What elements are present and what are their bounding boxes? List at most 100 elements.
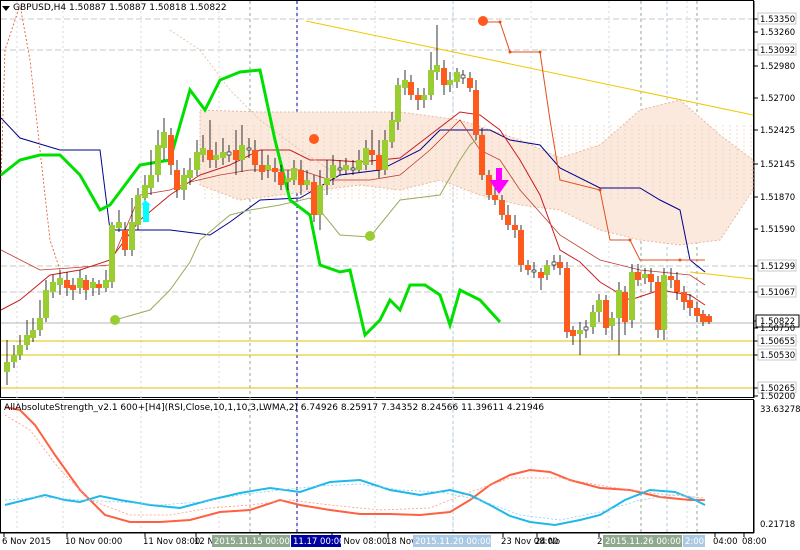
candle-bear <box>700 314 706 322</box>
stop-dot <box>498 20 502 24</box>
trendline <box>305 20 754 116</box>
candle-bull <box>447 80 453 85</box>
candle-bear <box>70 285 76 290</box>
candle-bear <box>706 316 712 322</box>
indicator-title: AllAbsoluteStrength_v2.1 600+[H4](RSI,Cl… <box>4 403 545 413</box>
chart-canvas[interactable]: 1.53350 1.53260 1.53092 1.52980 1.52700 1.524… <box>0 0 800 550</box>
candle-bull <box>642 274 648 278</box>
chart-title-bar[interactable]: GBPUSD,H4 1.50887 1.50887 1.50818 1.5082… <box>0 0 300 16</box>
time-axis: 6 Nov 201510 Nov 00:0011 Nov 08:0012 N13… <box>0 532 767 547</box>
indicator-max-label: 33.63278 <box>760 405 800 415</box>
candle-bear <box>492 195 498 200</box>
candle-bear <box>479 135 485 175</box>
candle-bull <box>103 280 109 288</box>
candle-bull <box>395 85 401 122</box>
low-value: 1.50818 <box>149 3 187 13</box>
candle-bull <box>50 282 56 292</box>
price-label: 1.53350 <box>760 15 795 25</box>
candle-bull <box>304 180 310 185</box>
candle-bull <box>213 155 219 160</box>
candle-bear <box>694 308 700 316</box>
price-label: 1.52980 <box>760 62 795 72</box>
candle-doji <box>583 326 589 331</box>
candle-bull <box>291 168 297 180</box>
candle-bull <box>609 318 615 326</box>
candle-bull <box>428 70 434 95</box>
candle-bull <box>17 345 23 355</box>
candle-bull <box>220 152 226 158</box>
candle-bull <box>596 300 602 312</box>
candle-bear <box>441 68 447 85</box>
stop-marker <box>309 134 319 144</box>
price-label: 1.53092 <box>760 46 795 56</box>
trendline <box>689 271 754 280</box>
time-label: 11 Nov 08:00 <box>143 537 200 547</box>
candle-bear <box>278 172 284 185</box>
price-label: 1.50530 <box>760 351 795 361</box>
stop-marker <box>478 16 488 26</box>
candle-bear <box>564 268 570 332</box>
candle-doji <box>551 261 557 266</box>
chart-window[interactable]: 1.53350 1.53260 1.53092 1.52980 1.52700 1.524… <box>0 0 800 550</box>
candle-bear <box>207 150 213 160</box>
candle-bull <box>382 140 388 170</box>
candle-bull <box>194 152 200 170</box>
candle-bear <box>512 225 518 230</box>
candle-bull <box>421 95 427 100</box>
price-label: 1.52425 <box>760 126 795 136</box>
candle-bull <box>265 165 271 170</box>
candle-bull <box>239 145 245 160</box>
stop-marker <box>110 315 120 325</box>
candle-bull <box>434 65 440 72</box>
time-highlight-label: 2015.11.26 00:00 <box>605 537 681 547</box>
candle-bull <box>590 312 596 327</box>
candle-bull <box>363 148 369 165</box>
candle-bear <box>518 230 524 265</box>
time-label: 18 Nov <box>386 537 416 547</box>
time-label: 04:00 <box>713 537 738 547</box>
candle-bear <box>311 182 317 215</box>
candle-bear <box>570 330 576 336</box>
candle-bear <box>635 272 641 280</box>
candle-bear <box>96 284 102 288</box>
candle-bear <box>486 175 492 195</box>
price-label: 1.51590 <box>760 225 795 235</box>
candle-bull <box>43 290 49 318</box>
stop-dot <box>678 258 682 262</box>
price-label: 1.50750 <box>760 324 795 334</box>
price-axis: 1.53350 1.53260 1.53092 1.52980 1.52700 1.524… <box>753 1 800 402</box>
candle-bear <box>122 230 128 250</box>
stop-dot <box>598 188 602 192</box>
candle-bull <box>37 318 43 330</box>
chevron-down-icon[interactable] <box>2 5 10 11</box>
stop-marker <box>365 231 375 241</box>
price-label: 1.51067 <box>760 288 795 298</box>
price-label: 1.51299 <box>760 262 795 272</box>
candle-bull <box>155 145 161 175</box>
bull-strength-line <box>4 406 705 523</box>
candle-bull <box>577 330 583 334</box>
price-label: 1.52700 <box>760 94 795 104</box>
candle-bull <box>616 290 622 318</box>
candle-bull <box>343 165 349 170</box>
candle-doji <box>246 147 252 151</box>
candle-bear <box>408 82 414 95</box>
candle-bear <box>272 168 278 172</box>
price-label: 1.50200 <box>760 392 795 402</box>
candle-bull <box>77 278 83 288</box>
candle-bear <box>687 300 693 308</box>
candle-bull <box>129 222 135 250</box>
time-label: 24 No <box>535 537 560 547</box>
candle-bear <box>648 274 654 282</box>
bear-strength-line <box>4 478 706 527</box>
price-label: 1.52145 <box>760 160 795 170</box>
indicator-min-label: 0.21718 <box>760 520 795 530</box>
candle-bull <box>90 282 96 288</box>
price-label: 1.53260 <box>760 28 795 38</box>
time-label: 08:00 <box>742 537 767 547</box>
arrow-up-icon <box>141 200 151 222</box>
candle-bull <box>200 148 206 155</box>
time-label: 12 N <box>194 537 214 547</box>
candle-bear <box>505 215 511 225</box>
stop-dot <box>628 238 632 242</box>
